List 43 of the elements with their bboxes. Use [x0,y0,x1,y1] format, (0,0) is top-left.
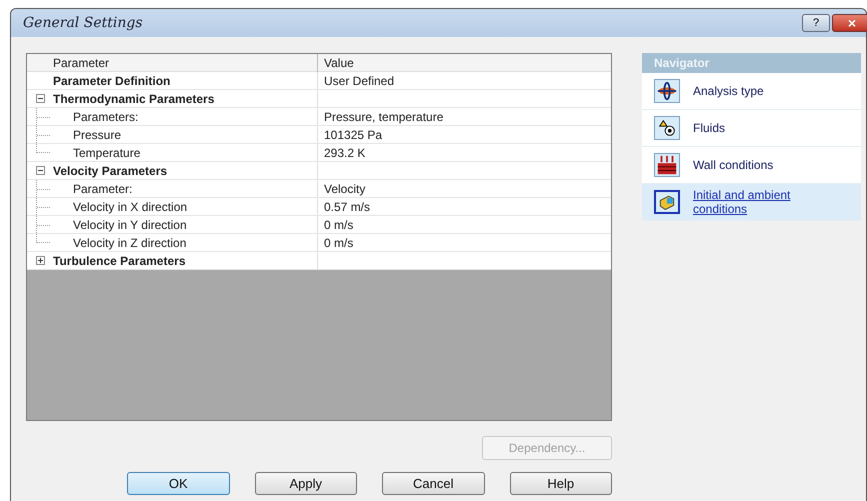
navigator-header: Navigator [642,53,861,73]
collapse-icon[interactable] [36,94,44,103]
parameter-name: Temperature [72,144,140,162]
orbit-icon [654,79,680,103]
collapse-icon[interactable] [36,166,44,175]
window-title: General Settings [23,14,143,32]
parameter-name: Velocity in X direction [72,198,188,216]
navigator-label: Wall conditions [693,158,774,172]
parameter-value: Pressure, temperature [323,108,444,126]
cube-icon [654,190,680,214]
dialog-button[interactable]: OK [127,472,230,495]
parameter-value: 0 m/s [323,234,354,252]
dialog-button[interactable]: Cancel [382,472,484,495]
navigator-label: Analysis type [693,84,765,98]
navigator-item[interactable]: Analysis type [642,73,861,110]
dialog-button[interactable]: Apply [254,472,357,495]
parameter-name: Thermodynamic Parameters [53,90,214,108]
parameter-name: Velocity in Z direction [72,234,186,252]
navigator-item[interactable]: Initial and ambient conditions [642,184,861,221]
parameter-name: Turbulence Parameters [53,252,186,270]
expand-icon[interactable] [36,256,44,265]
parameter-value: Velocity [323,180,366,198]
parameter-value: User Defined [323,72,394,90]
close-button[interactable]: × [832,14,867,32]
navigator-label: Initial and ambient conditions [693,188,792,216]
brick-wall-icon [654,153,680,177]
parameter-value: 293.2 K [323,144,366,162]
column-header: Value [323,54,354,72]
navigator-item[interactable]: Wall conditions [642,147,861,184]
parameter-name: Parameter Definition [53,72,170,90]
parameter-name: Parameter: [72,180,132,198]
parameter-value: 0 m/s [323,216,354,234]
parameter-name: Parameters: [72,108,138,126]
parameter-value: 101325 Pa [323,126,382,144]
parameter-name: Velocity Parameters [53,162,168,180]
dialog-button[interactable]: Help [510,472,612,495]
droplet-icon [654,116,680,140]
parameter-name: Velocity in Y direction [72,216,187,234]
navigator-item[interactable]: Fluids [642,110,861,147]
help-button[interactable]: ? [802,14,830,32]
parameter-value: 0.57 m/s [323,198,370,216]
navigator-label: Fluids [693,121,726,135]
parameter-name: Pressure [72,126,122,144]
